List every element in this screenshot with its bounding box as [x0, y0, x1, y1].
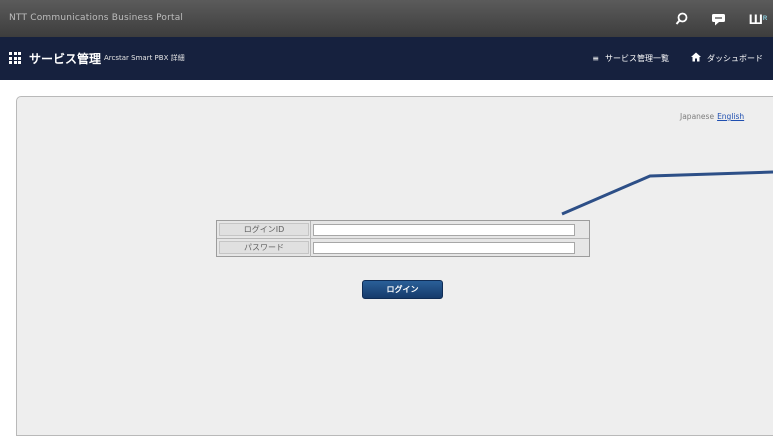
home-icon — [691, 52, 701, 64]
menu-item-label: ダッシュボード — [707, 53, 763, 63]
language-japanese[interactable]: Japanese — [680, 112, 714, 121]
search-icon[interactable] — [671, 9, 693, 29]
top-bar-icons: ШR — [657, 8, 773, 30]
top-bar: NTT Communications Business Portal ШR — [0, 0, 773, 37]
login-id-label: ログインID — [219, 223, 309, 236]
language-english-link[interactable]: English — [717, 112, 744, 121]
menu-item-dashboard[interactable]: ダッシュボード — [691, 52, 763, 64]
app-grid-icon[interactable] — [9, 52, 21, 64]
menu-item-service-list[interactable]: ≡ サービス管理一覧 — [592, 53, 669, 64]
password-input[interactable] — [313, 242, 575, 254]
menu-item-label: サービス管理一覧 — [605, 53, 669, 63]
chat-icon[interactable] — [707, 9, 729, 29]
nav-title[interactable]: サービス管理 — [29, 50, 101, 67]
login-id-input[interactable] — [313, 224, 575, 236]
portal-brand: NTT Communications Business Portal — [9, 13, 184, 23]
page-content — [0, 80, 773, 436]
login-id-row: ログインID — [217, 221, 589, 239]
nav-menu: ≡ サービス管理一覧 ダッシュボード — [570, 52, 763, 64]
language-switch: Japanese English — [680, 112, 744, 121]
nav-subtitle: Arcstar Smart PBX 詳細 — [104, 54, 185, 62]
list-icon: ≡ — [592, 53, 599, 63]
password-label: パスワード — [219, 241, 309, 254]
password-row: パスワード — [217, 239, 589, 257]
login-button[interactable]: ログイン — [362, 280, 443, 299]
login-form: ログインID パスワード — [216, 220, 590, 257]
service-nav: サービス管理 Arcstar Smart PBX 詳細 ≡ サービス管理一覧 ダ… — [0, 37, 773, 80]
logo-icon[interactable]: ШR — [743, 9, 773, 29]
login-panel — [16, 96, 773, 436]
